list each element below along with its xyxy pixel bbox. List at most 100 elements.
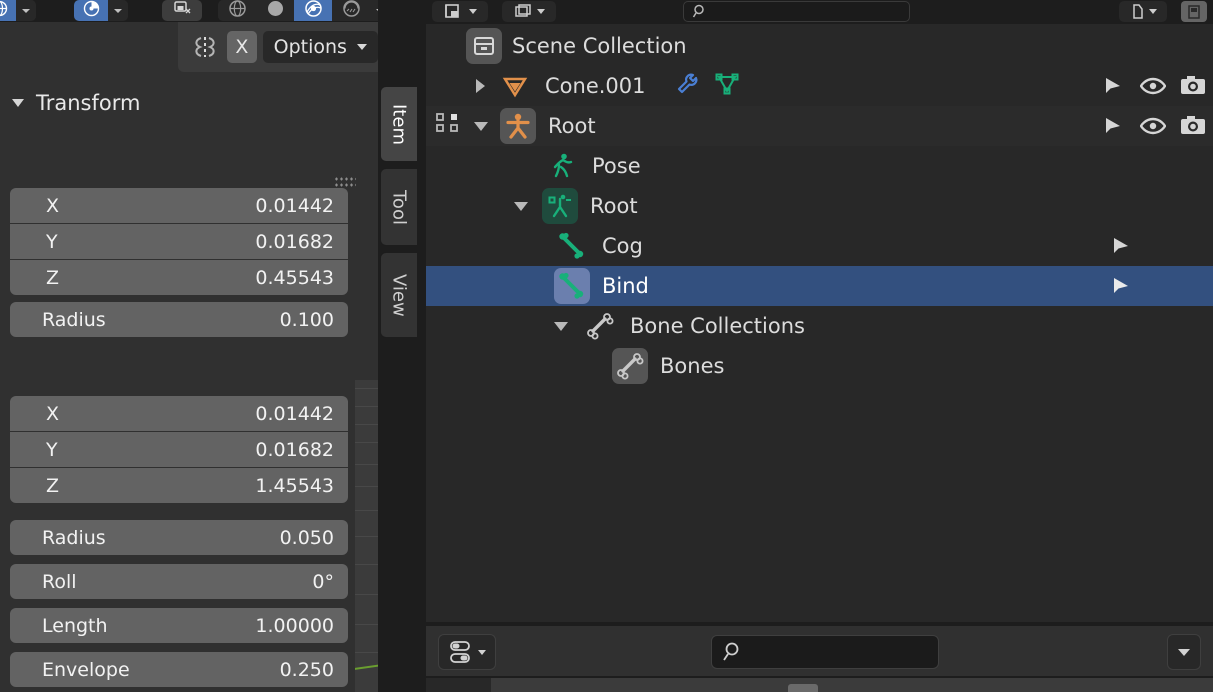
tail-radius-field[interactable]: Radius 0.050 — [10, 520, 348, 555]
bone-icon — [554, 228, 590, 264]
chevron-down-icon[interactable] — [554, 321, 568, 331]
bone-icon — [554, 268, 590, 304]
outliner-filter-button[interactable] — [1181, 1, 1207, 22]
outliner-filter-collection-dropdown[interactable] — [502, 1, 556, 22]
tab-item[interactable]: Item — [380, 86, 418, 162]
length-value: 1.00000 — [255, 614, 334, 637]
tail-z-label: Z — [46, 474, 60, 497]
proportional-smooth-button[interactable] — [256, 0, 294, 21]
outliner-row-bone-collections[interactable]: Bone Collections — [426, 306, 1213, 346]
chevron-right-icon[interactable] — [476, 79, 485, 93]
search-icon — [723, 642, 739, 661]
outliner-row-scene-collection[interactable]: Scene Collection — [426, 26, 1213, 66]
chevron-down-icon — [12, 99, 24, 107]
outliner-row-root-data[interactable]: Root — [426, 186, 1213, 226]
row-visibility-controls — [1093, 106, 1213, 146]
outliner-search-input[interactable] — [683, 1, 910, 22]
pivot-median-point-button[interactable] — [74, 0, 108, 21]
drag-grip-icon[interactable] — [334, 176, 356, 188]
new-collection-icon — [1132, 4, 1143, 19]
bottom-editor-tabstrip[interactable] — [426, 678, 491, 692]
sidebar-tabs: Item Tool View — [378, 0, 426, 692]
transform-panel-header[interactable]: Transform — [0, 86, 360, 120]
dropdown-arrow-button[interactable] — [108, 0, 128, 21]
outliner-row-cog[interactable]: Cog — [426, 226, 1213, 266]
head-z-label: Z — [46, 266, 60, 289]
roll-value: 0° — [312, 570, 334, 593]
dropdown-arrow-button[interactable] — [16, 0, 36, 21]
chevron-down-icon[interactable] — [474, 121, 488, 131]
proportional-connected-button[interactable] — [294, 0, 332, 21]
search-icon — [692, 4, 704, 18]
outliner-row-label: Pose — [592, 154, 641, 178]
head-z-value: 0.45543 — [255, 266, 334, 289]
symmetry-x-toggle[interactable]: X — [227, 31, 257, 63]
restrict-select-icon[interactable] — [434, 110, 462, 142]
page-title: Transform — [36, 91, 141, 115]
length-label: Length — [42, 614, 108, 637]
proportional-smooth-icon — [266, 0, 285, 21]
proportional-sphere-button[interactable] — [218, 0, 256, 21]
outliner-row-root-object[interactable]: Root — [426, 106, 1213, 146]
eye-visible-icon[interactable] — [1133, 66, 1173, 106]
armature-data-icon — [542, 188, 578, 224]
tab-view[interactable]: View — [380, 252, 418, 338]
pivot-median-point-icon — [83, 0, 100, 21]
proportional-editing-group — [218, 0, 390, 21]
head-x-field[interactable]: X 0.01442 — [10, 188, 348, 223]
tab-tool-label: Tool — [388, 189, 410, 225]
envelope-field[interactable]: Envelope 0.250 — [10, 652, 348, 687]
outliner-row-label: Cog — [602, 234, 643, 258]
cursor-select-icon[interactable] — [1101, 266, 1141, 306]
editor-type-icon — [450, 641, 470, 663]
modifier-wrench-icon[interactable] — [674, 71, 700, 101]
options-dropdown[interactable]: Options — [262, 31, 378, 63]
camera-render-icon[interactable] — [1173, 66, 1213, 106]
roll-field[interactable]: Roll 0° — [10, 564, 348, 599]
viewport-sliver[interactable] — [355, 380, 379, 692]
length-field[interactable]: Length 1.00000 — [10, 608, 348, 643]
chevron-down-icon — [1148, 9, 1157, 14]
head-z-field[interactable]: Z 0.45543 — [10, 260, 348, 295]
head-radius-label: Radius — [42, 308, 106, 331]
cursor-select-icon[interactable] — [1093, 66, 1133, 106]
head-y-field[interactable]: Y 0.01682 — [10, 224, 348, 259]
outliner-row-cone[interactable]: Cone.001 — [426, 66, 1213, 106]
outliner-row-label: Bind — [602, 274, 649, 298]
outliner-row-label: Root — [590, 194, 638, 218]
tail-z-field[interactable]: Z 1.45543 — [10, 468, 348, 503]
tail-x-label: X — [46, 402, 60, 425]
globe-icon — [0, 0, 8, 21]
filter-icon — [1188, 4, 1200, 19]
cursor-select-icon[interactable] — [1101, 226, 1141, 266]
cursor-select-icon[interactable] — [1093, 106, 1133, 146]
tab-tool[interactable]: Tool — [380, 168, 418, 246]
tail-radius-label: Radius — [42, 526, 106, 549]
mesh-data-icon[interactable] — [714, 72, 740, 100]
pivot-point-group — [74, 0, 128, 21]
globe-button[interactable] — [0, 0, 16, 21]
outliner-row-pose[interactable]: Pose — [426, 146, 1213, 186]
outliner-row-bind[interactable]: Bind — [426, 266, 1213, 306]
outliner-display-mode-dropdown[interactable] — [432, 1, 488, 22]
outliner-row-label: Scene Collection — [512, 34, 687, 58]
bottom-expand-button[interactable] — [1167, 634, 1201, 670]
editor-type-dropdown[interactable] — [438, 634, 496, 670]
eye-visible-icon[interactable] — [1133, 106, 1173, 146]
head-radius-field[interactable]: Radius 0.100 — [10, 302, 348, 337]
transform-orientation-group — [0, 0, 36, 21]
outliner-row-bones[interactable]: Bones — [426, 346, 1213, 386]
tail-x-field[interactable]: X 0.01442 — [10, 396, 348, 431]
bottom-search-input[interactable] — [711, 635, 939, 669]
options-label: Options — [273, 36, 347, 58]
snap-magnet-button[interactable] — [162, 0, 202, 21]
tail-y-field[interactable]: Y 0.01682 — [10, 432, 348, 467]
proportional-falloff-button[interactable] — [332, 0, 370, 21]
chevron-down-icon — [478, 649, 486, 655]
outliner-new-collection-button[interactable] — [1119, 1, 1167, 22]
pose-mode-icon — [544, 148, 580, 184]
x-mirror-symmetry-icon — [188, 32, 221, 62]
bottom-editor-body — [426, 678, 1213, 692]
chevron-down-icon[interactable] — [514, 201, 528, 211]
camera-render-icon[interactable] — [1173, 106, 1213, 146]
